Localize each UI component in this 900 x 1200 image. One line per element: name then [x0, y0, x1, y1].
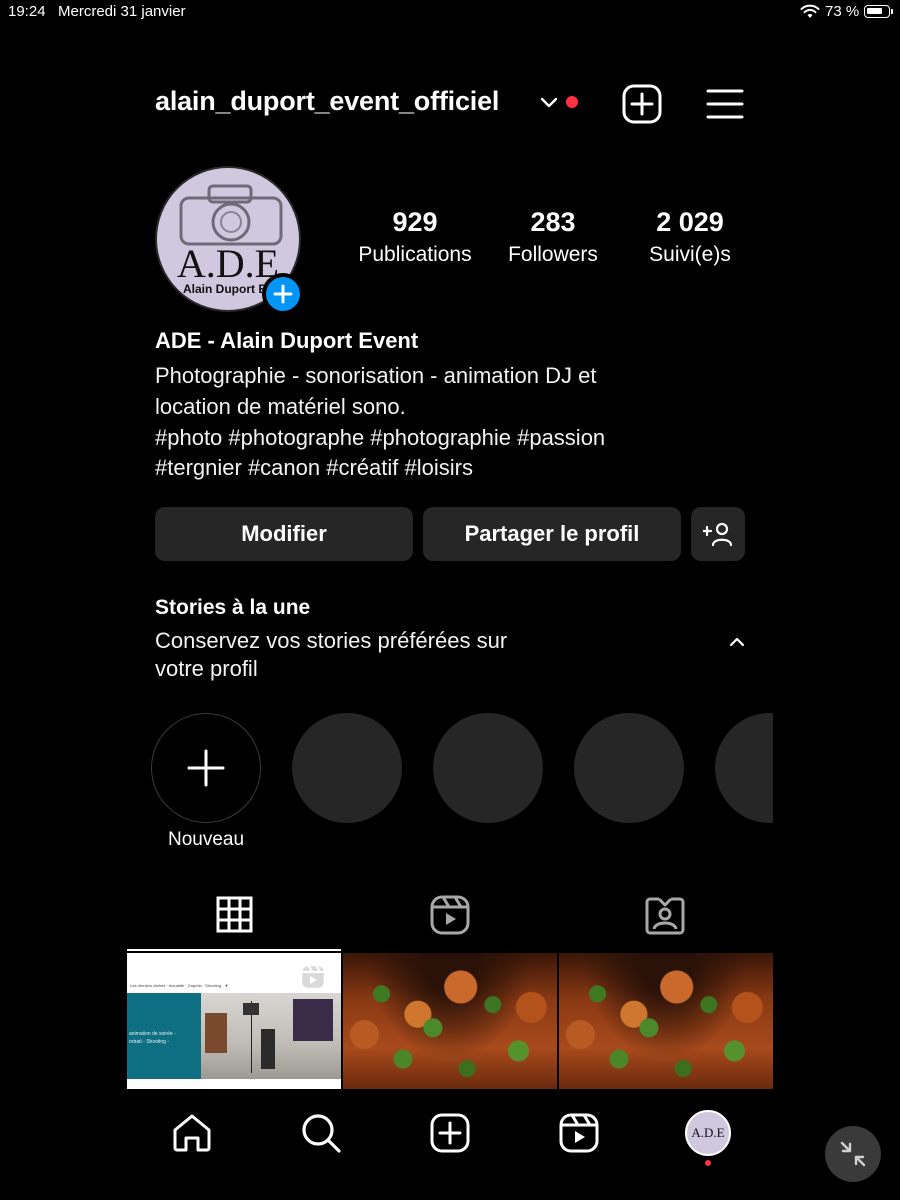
reels-icon[interactable] [430, 895, 470, 935]
highlights-subtitle: Conservez vos stories préférées sur [155, 628, 508, 653]
discover-people-button[interactable] [691, 507, 745, 561]
battery-icon [864, 5, 893, 18]
grid-post[interactable]: Les derniers clichés · Actualité · Graph… [127, 953, 341, 1089]
post-studio-photo [201, 993, 341, 1079]
home-icon[interactable] [171, 1112, 213, 1154]
highlight-placeholder [292, 713, 402, 823]
share-profile-button[interactable]: Partager le profil [423, 507, 681, 561]
add-story-button[interactable] [262, 273, 304, 315]
stat-posts-value[interactable]: 929 [340, 207, 490, 238]
minimize-button[interactable] [825, 1126, 881, 1182]
stat-followers-value[interactable]: 283 [478, 207, 628, 238]
reel-badge-icon [299, 963, 327, 991]
chevron-down-icon[interactable] [540, 96, 558, 110]
camera-logo-graphic [179, 184, 283, 246]
post-caption: animation de soirée - [129, 1031, 176, 1037]
new-highlight-button[interactable] [151, 713, 261, 823]
bio-hashtags[interactable]: #photo #photographe #photographie #passi… [155, 425, 605, 451]
add-person-icon [703, 522, 733, 547]
stat-posts-label[interactable]: Publications [340, 243, 490, 267]
battery-percent: 73 % [825, 3, 860, 20]
avatar-logo-text: A.D.E [691, 1125, 725, 1140]
status-time: 19:24 [8, 3, 46, 20]
active-tab-indicator [127, 949, 341, 951]
post-caption: ortrait - Shooting - [129, 1039, 170, 1045]
post-accent-panel: animation de soirée - ortrait - Shooting… [127, 993, 201, 1079]
bio-hashtags[interactable]: #tergnier #canon #créatif #loisirs [155, 455, 473, 481]
menu-icon[interactable] [705, 86, 745, 122]
highlights-title: Stories à la une [155, 596, 311, 619]
highlights-subtitle: votre profil [155, 656, 258, 681]
create-icon[interactable] [429, 1112, 471, 1154]
highlight-placeholder [574, 713, 684, 823]
plus-icon [266, 277, 300, 311]
profile-tab-avatar[interactable]: A.D.E [685, 1110, 731, 1156]
bio-line: location de matériel sono. [155, 394, 406, 419]
highlight-placeholder [433, 713, 543, 823]
new-highlight-label: Nouveau [167, 829, 245, 850]
highlight-placeholder [715, 713, 773, 823]
account-username[interactable]: alain_duport_event_officiel [155, 86, 499, 117]
chevron-up-icon[interactable] [728, 635, 746, 649]
grid-post[interactable] [559, 953, 773, 1089]
notification-dot [566, 96, 578, 108]
collapse-arrows-icon [840, 1141, 866, 1167]
bio-line: Photographie - sonorisation - animation … [155, 363, 597, 388]
stat-following-label[interactable]: Suivi(e)s [615, 243, 765, 267]
post-site-nav: Les derniers clichés · Actualité · Graph… [130, 983, 229, 988]
grid-post[interactable] [343, 953, 557, 1089]
wifi-icon [800, 4, 820, 18]
search-icon[interactable] [300, 1112, 342, 1154]
edit-profile-button[interactable]: Modifier [155, 507, 413, 561]
create-post-icon[interactable] [621, 83, 663, 125]
plus-icon [187, 749, 225, 787]
reels-icon[interactable] [558, 1112, 600, 1154]
grid-icon[interactable] [216, 896, 253, 933]
profile-display-name: ADE - Alain Duport Event [155, 328, 419, 353]
notification-dot [705, 1160, 711, 1166]
status-date: Mercredi 31 janvier [58, 3, 186, 20]
stat-followers-label[interactable]: Followers [478, 243, 628, 267]
tagged-icon[interactable] [645, 895, 685, 935]
stat-following-value[interactable]: 2 029 [615, 207, 765, 238]
